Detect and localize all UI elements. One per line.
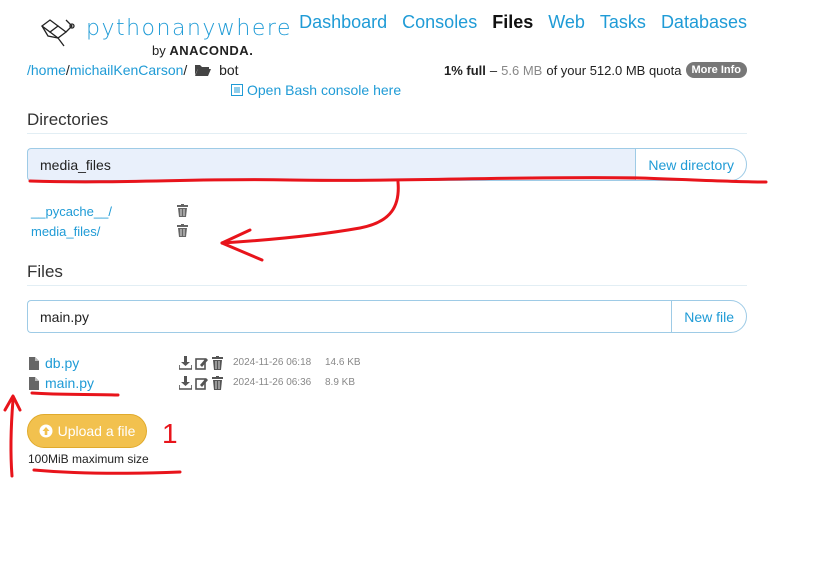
nav-consoles[interactable]: Consoles	[402, 12, 477, 33]
file-row: main.py 2024-11-26 06:36 8.9 KB	[29, 375, 389, 393]
download-icon[interactable]	[179, 356, 192, 370]
file-link-db[interactable]: db.py	[45, 355, 79, 371]
quota-status: 1% full – 5.6 MB of your 512.0 MB quota …	[444, 62, 747, 78]
new-directory-input[interactable]: media_files	[27, 148, 636, 181]
annotation-underline-main	[30, 391, 120, 397]
files-title: Files	[27, 262, 63, 281]
new-directory-button[interactable]: New directory	[635, 148, 747, 181]
quota-text: of your 512.0 MB quota	[546, 62, 682, 78]
more-info-button[interactable]: More Info	[685, 62, 747, 78]
quota-percent: 1% full	[444, 62, 486, 78]
annotation-underline-upload	[32, 468, 182, 475]
file-date: 2024-11-26 06:18	[233, 357, 312, 368]
brand-name: pythonanywhere	[86, 16, 292, 41]
directory-item: __pycache__/	[31, 204, 112, 219]
download-icon[interactable]	[179, 376, 192, 390]
annotation-arrow-up-head	[3, 394, 22, 412]
trash-icon[interactable]	[177, 224, 188, 237]
nav-files[interactable]: Files	[492, 12, 533, 33]
annotation-overlay	[3, 176, 768, 478]
breadcrumb-user[interactable]: michailKenCarson	[70, 62, 184, 78]
breadcrumb: /home/michailKenCarson/ bot	[27, 62, 239, 78]
file-icon	[29, 377, 39, 390]
upload-size-note: 100MiB maximum size	[28, 452, 149, 466]
directory-link-pycache[interactable]: __pycache__/	[31, 204, 112, 219]
pythonanywhere-logo-icon	[40, 19, 75, 47]
upload-circle-icon	[39, 424, 53, 438]
annotation-number: 1	[162, 418, 178, 449]
annotation-arrow-up	[9, 398, 15, 478]
trash-icon[interactable]	[211, 376, 224, 390]
nav-web[interactable]: Web	[548, 12, 585, 33]
directory-link-media-files[interactable]: media_files/	[31, 224, 100, 239]
new-file-group: main.py New file	[27, 300, 747, 333]
file-icon	[29, 357, 39, 370]
annotation-arrow-head	[220, 228, 264, 262]
trash-icon[interactable]	[211, 356, 224, 370]
directory-item: media_files/	[31, 224, 100, 239]
brand-byline: by ANACONDA.	[152, 43, 254, 58]
new-file-button[interactable]: New file	[671, 300, 747, 333]
new-directory-group: media_files New directory	[27, 148, 747, 181]
nav-databases[interactable]: Databases	[661, 12, 747, 33]
edit-icon[interactable]	[195, 376, 208, 390]
breadcrumb-home[interactable]: /home	[27, 62, 66, 78]
nav-dashboard[interactable]: Dashboard	[299, 12, 387, 33]
upload-file-button[interactable]: Upload a file	[27, 414, 147, 448]
breadcrumb-current: bot	[219, 62, 239, 78]
upload-label: Upload a file	[57, 423, 136, 439]
file-size: 14.6 KB	[325, 357, 361, 368]
edit-icon[interactable]	[195, 356, 208, 370]
file-date: 2024-11-26 06:36	[233, 377, 312, 388]
logo[interactable]: pythonanywhere by ANACONDA.	[38, 14, 290, 62]
directories-title: Directories	[27, 110, 109, 129]
file-row: db.py 2024-11-26 06:18 14.6 KB	[29, 355, 389, 373]
console-icon	[231, 84, 243, 96]
nav-tasks[interactable]: Tasks	[600, 12, 646, 33]
trash-icon[interactable]	[177, 204, 188, 217]
bash-console-link[interactable]: Open Bash console here	[231, 82, 401, 98]
directories-divider	[27, 133, 747, 134]
folder-open-icon	[195, 65, 212, 76]
quota-used: 5.6 MB	[501, 62, 543, 78]
new-file-input[interactable]: main.py	[27, 300, 672, 333]
annotation-arrow-curve	[220, 180, 400, 245]
file-size: 8.9 KB	[325, 377, 356, 388]
main-nav: Dashboard Consoles Files Web Tasks Datab…	[299, 12, 747, 33]
file-link-main[interactable]: main.py	[45, 375, 94, 391]
files-divider	[27, 285, 747, 286]
